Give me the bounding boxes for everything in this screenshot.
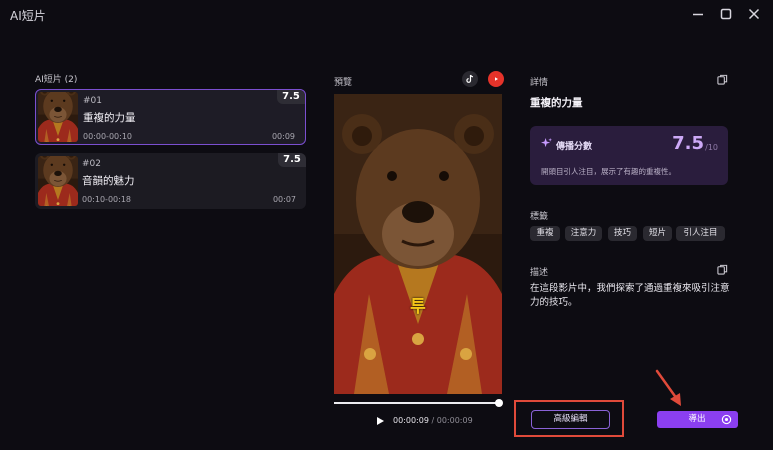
description-label: 描述 [530,268,549,278]
close-icon [748,8,760,20]
tiktok-button[interactable] [462,71,478,87]
current-time: 00:00:09 [393,416,429,425]
gear-icon[interactable] [721,414,732,425]
description-text: 在這段影片中，我們探索了通過重複來吸引注意力的技巧。 [530,283,730,308]
clip-title: 重複的力量 [83,112,136,124]
clip-duration: 00:09 [271,132,295,141]
close-button[interactable] [745,5,763,23]
score-label: 傳播分數 [556,142,593,152]
score-description: 開頭目引人注目，展示了有趣的重複性。 [541,167,676,176]
advanced-edit-button[interactable]: 高級編輯 [531,410,610,429]
tag-chip[interactable]: 技巧 [608,226,637,241]
clip-card[interactable]: #02 音韻的魅力 00:10-00:18 00:07 7.5 [35,153,306,209]
clip-score-badge: 7.5 [278,153,306,167]
tag-chip[interactable]: 引人注目 [676,226,725,241]
export-button[interactable]: 導出 [657,411,738,428]
clip-thumbnail [38,92,78,142]
score-max: /10 [705,143,718,152]
copy-icon[interactable] [717,74,728,85]
minimize-icon [693,13,703,16]
score-panel: 傳播分數 7.5 /10 開頭目引人注目，展示了有趣的重複性。 [530,126,728,185]
tiktok-icon [466,74,474,83]
clip-score-badge: 7.5 [277,90,305,104]
video-preview[interactable]: 투 [334,94,502,394]
tag-chip[interactable]: 注意力 [565,226,602,241]
clip-duration: 00:07 [272,195,296,204]
maximize-icon [720,8,732,20]
shorts-icon [495,77,498,81]
playback-scrubber[interactable] [334,402,500,404]
play-icon[interactable] [375,416,385,426]
time-readout: 00:00:09 / 00:00:09 [393,416,473,425]
copy-icon[interactable] [717,264,728,275]
total-time: 00:00:09 [436,416,473,425]
detail-title: 重複的力量 [530,97,583,109]
tag-chip[interactable]: 重複 [530,226,560,241]
sparkle-icon [541,138,552,148]
minimize-button[interactable] [689,5,707,23]
preview-label: 預覽 [334,78,353,88]
tags-label: 標籤 [530,212,549,222]
clip-thumbnail [38,156,78,206]
clip-card[interactable]: #01 重複的力量 00:00-00:10 00:09 7.5 [35,89,306,145]
tag-chip[interactable]: 短片 [643,226,672,241]
details-label: 詳情 [530,78,549,88]
title-bar: AI短片 [0,0,773,28]
video-frame [334,94,502,394]
maximize-button[interactable] [717,5,735,23]
scrubber-handle[interactable] [495,399,503,407]
clip-list-header: AI短片 (2) [35,75,78,85]
time-separator: / [431,416,435,425]
app-title: AI短片 [10,9,46,23]
clip-title: 音韻的魅力 [82,175,135,187]
video-caption: 투 [410,297,426,317]
clip-number: #02 [82,159,101,169]
shorts-button[interactable] [488,71,504,87]
clip-range: 00:00-00:10 [83,132,132,141]
score-value: 7.5 [672,133,704,154]
clip-range: 00:10-00:18 [82,195,131,204]
clip-number: #01 [83,96,102,106]
annotation-arrow-icon [655,369,681,406]
